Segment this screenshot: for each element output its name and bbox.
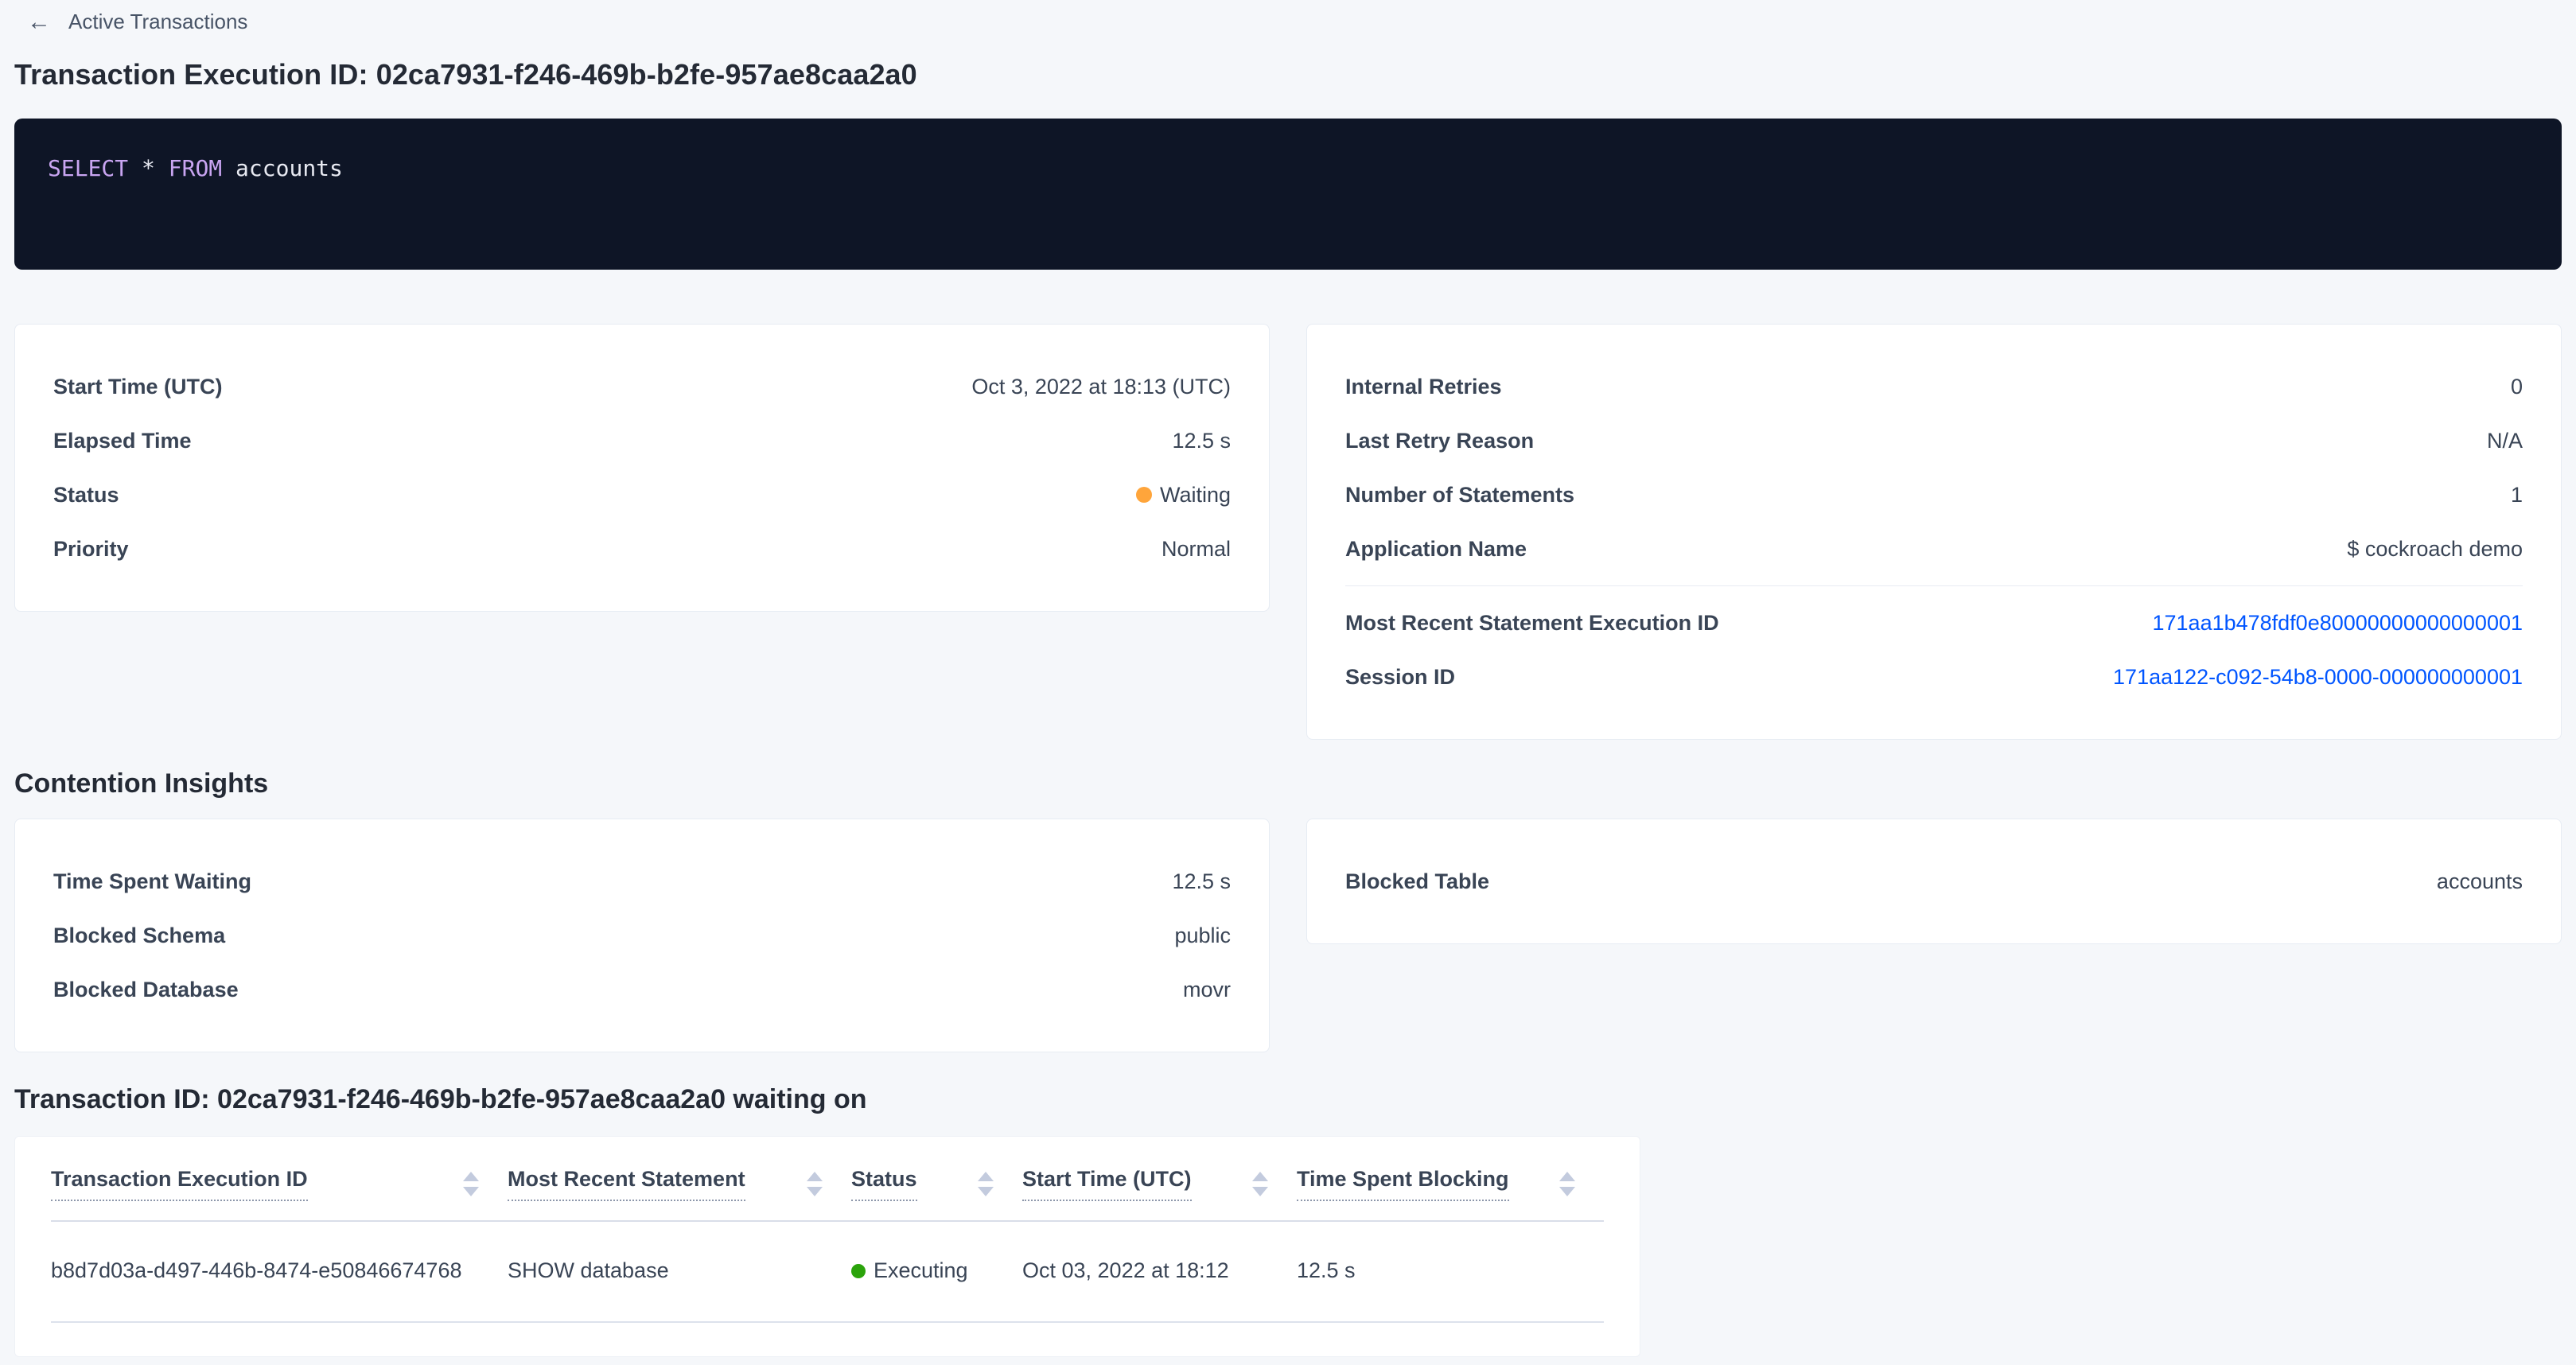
info-label: Internal Retries: [1345, 375, 1502, 399]
sort-icon[interactable]: [1252, 1172, 1268, 1196]
info-row-application-name: Application Name $ cockroach demo: [1345, 522, 2523, 576]
info-row-statement-execution-id: Most Recent Statement Execution ID 171aa…: [1345, 596, 2523, 650]
info-row-elapsed-time: Elapsed Time 12.5 s: [53, 414, 1231, 468]
info-label: Last Retry Reason: [1345, 429, 1534, 453]
info-value: Normal: [1162, 537, 1231, 562]
info-row-internal-retries: Internal Retries 0: [1345, 360, 2523, 414]
info-value: 12.5 s: [1172, 429, 1231, 453]
breadcrumb-back-link[interactable]: ← Active Transactions: [14, 8, 247, 34]
info-label: Number of Statements: [1345, 483, 1574, 508]
info-value: accounts: [2437, 869, 2523, 894]
summary-card-right: Internal Retries 0 Last Retry Reason N/A…: [1306, 324, 2562, 740]
column-header-most-recent-statement[interactable]: Most Recent Statement: [508, 1137, 851, 1221]
info-label: Blocked Database: [53, 978, 239, 1002]
back-arrow-icon: ←: [27, 10, 51, 34]
transaction-details-page: ← Active Transactions Transaction Execut…: [0, 0, 2576, 1357]
info-label: Priority: [53, 537, 129, 562]
info-value: Oct 3, 2022 at 18:13 (UTC): [971, 375, 1231, 399]
card-divider: [1345, 585, 2523, 586]
cell-status: Executing: [851, 1221, 1022, 1322]
sql-query-box: SELECT * FROM accounts: [14, 119, 2562, 270]
contention-insights-heading: Contention Insights: [14, 768, 2562, 799]
info-value: N/A: [2487, 429, 2523, 453]
column-header-status[interactable]: Status: [851, 1137, 1022, 1221]
sort-icon[interactable]: [807, 1172, 823, 1196]
session-id-link[interactable]: 171aa122-c092-54b8-0000-000000000001: [2113, 665, 2523, 690]
column-header-transaction-execution-id[interactable]: Transaction Execution ID: [51, 1137, 508, 1221]
info-label: Status: [53, 483, 119, 508]
info-row-number-of-statements: Number of Statements 1: [1345, 468, 2523, 522]
status-waiting-dot: [1136, 487, 1152, 503]
info-label: Session ID: [1345, 665, 1455, 690]
info-row-blocked-schema: Blocked Schema public: [53, 908, 1231, 962]
column-header-start-time[interactable]: Start Time (UTC): [1022, 1137, 1297, 1221]
page-title: Transaction Execution ID: 02ca7931-f246-…: [14, 58, 2562, 91]
cell-most-recent-statement: SHOW database: [508, 1221, 851, 1322]
contention-card-left: Time Spent Waiting 12.5 s Blocked Schema…: [14, 819, 1270, 1052]
info-value: 12.5 s: [1172, 869, 1231, 894]
info-row-time-spent-waiting: Time Spent Waiting 12.5 s: [53, 854, 1231, 908]
info-label: Start Time (UTC): [53, 375, 223, 399]
contention-card-right: Blocked Table accounts: [1306, 819, 2562, 944]
waiting-on-heading: Transaction ID: 02ca7931-f246-469b-b2fe-…: [14, 1084, 2562, 1115]
waiting-transactions-table: Transaction Execution ID Most Recent Sta…: [51, 1137, 1604, 1323]
table-header-row: Transaction Execution ID Most Recent Sta…: [51, 1137, 1604, 1221]
sql-query-text: SELECT * FROM accounts: [48, 155, 343, 181]
info-row-blocked-table: Blocked Table accounts: [1345, 854, 2523, 908]
table-row: b8d7d03a-d497-446b-8474-e50846674768 SHO…: [51, 1221, 1604, 1322]
cell-time-spent-blocking: 12.5 s: [1297, 1221, 1604, 1322]
info-value: 0: [2511, 375, 2523, 399]
info-label: Time Spent Waiting: [53, 869, 251, 894]
info-value: public: [1174, 924, 1231, 948]
info-label: Application Name: [1345, 537, 1527, 562]
waiting-transactions-table-card: Transaction Execution ID Most Recent Sta…: [14, 1136, 1640, 1357]
status-executing-dot: [851, 1264, 866, 1278]
info-label: Elapsed Time: [53, 429, 192, 453]
sort-icon[interactable]: [463, 1172, 479, 1196]
info-row-session-id: Session ID 171aa122-c092-54b8-0000-00000…: [1345, 650, 2523, 704]
column-header-time-spent-blocking[interactable]: Time Spent Blocking: [1297, 1137, 1604, 1221]
statement-execution-id-link[interactable]: 171aa1b478fdf0e80000000000000001: [2153, 611, 2523, 636]
info-value: $ cockroach demo: [2347, 537, 2523, 562]
info-label: Blocked Table: [1345, 869, 1489, 894]
info-row-priority: Priority Normal: [53, 522, 1231, 576]
summary-card-left: Start Time (UTC) Oct 3, 2022 at 18:13 (U…: [14, 324, 1270, 612]
info-row-start-time: Start Time (UTC) Oct 3, 2022 at 18:13 (U…: [53, 360, 1231, 414]
info-row-last-retry-reason: Last Retry Reason N/A: [1345, 414, 2523, 468]
info-value: 1: [2511, 483, 2523, 508]
cell-start-time: Oct 03, 2022 at 18:12: [1022, 1221, 1297, 1322]
status-badge: Waiting: [1136, 483, 1231, 508]
info-row-status: Status Waiting: [53, 468, 1231, 522]
cell-transaction-execution-id: b8d7d03a-d497-446b-8474-e50846674768: [51, 1221, 508, 1322]
info-value: movr: [1183, 978, 1231, 1002]
status-badge: Executing: [851, 1258, 1022, 1283]
breadcrumb-label: Active Transactions: [68, 10, 247, 34]
info-row-blocked-database: Blocked Database movr: [53, 962, 1231, 1017]
sort-icon[interactable]: [1559, 1172, 1575, 1196]
info-label: Blocked Schema: [53, 924, 225, 948]
info-label: Most Recent Statement Execution ID: [1345, 611, 1719, 636]
sort-icon[interactable]: [978, 1172, 994, 1196]
